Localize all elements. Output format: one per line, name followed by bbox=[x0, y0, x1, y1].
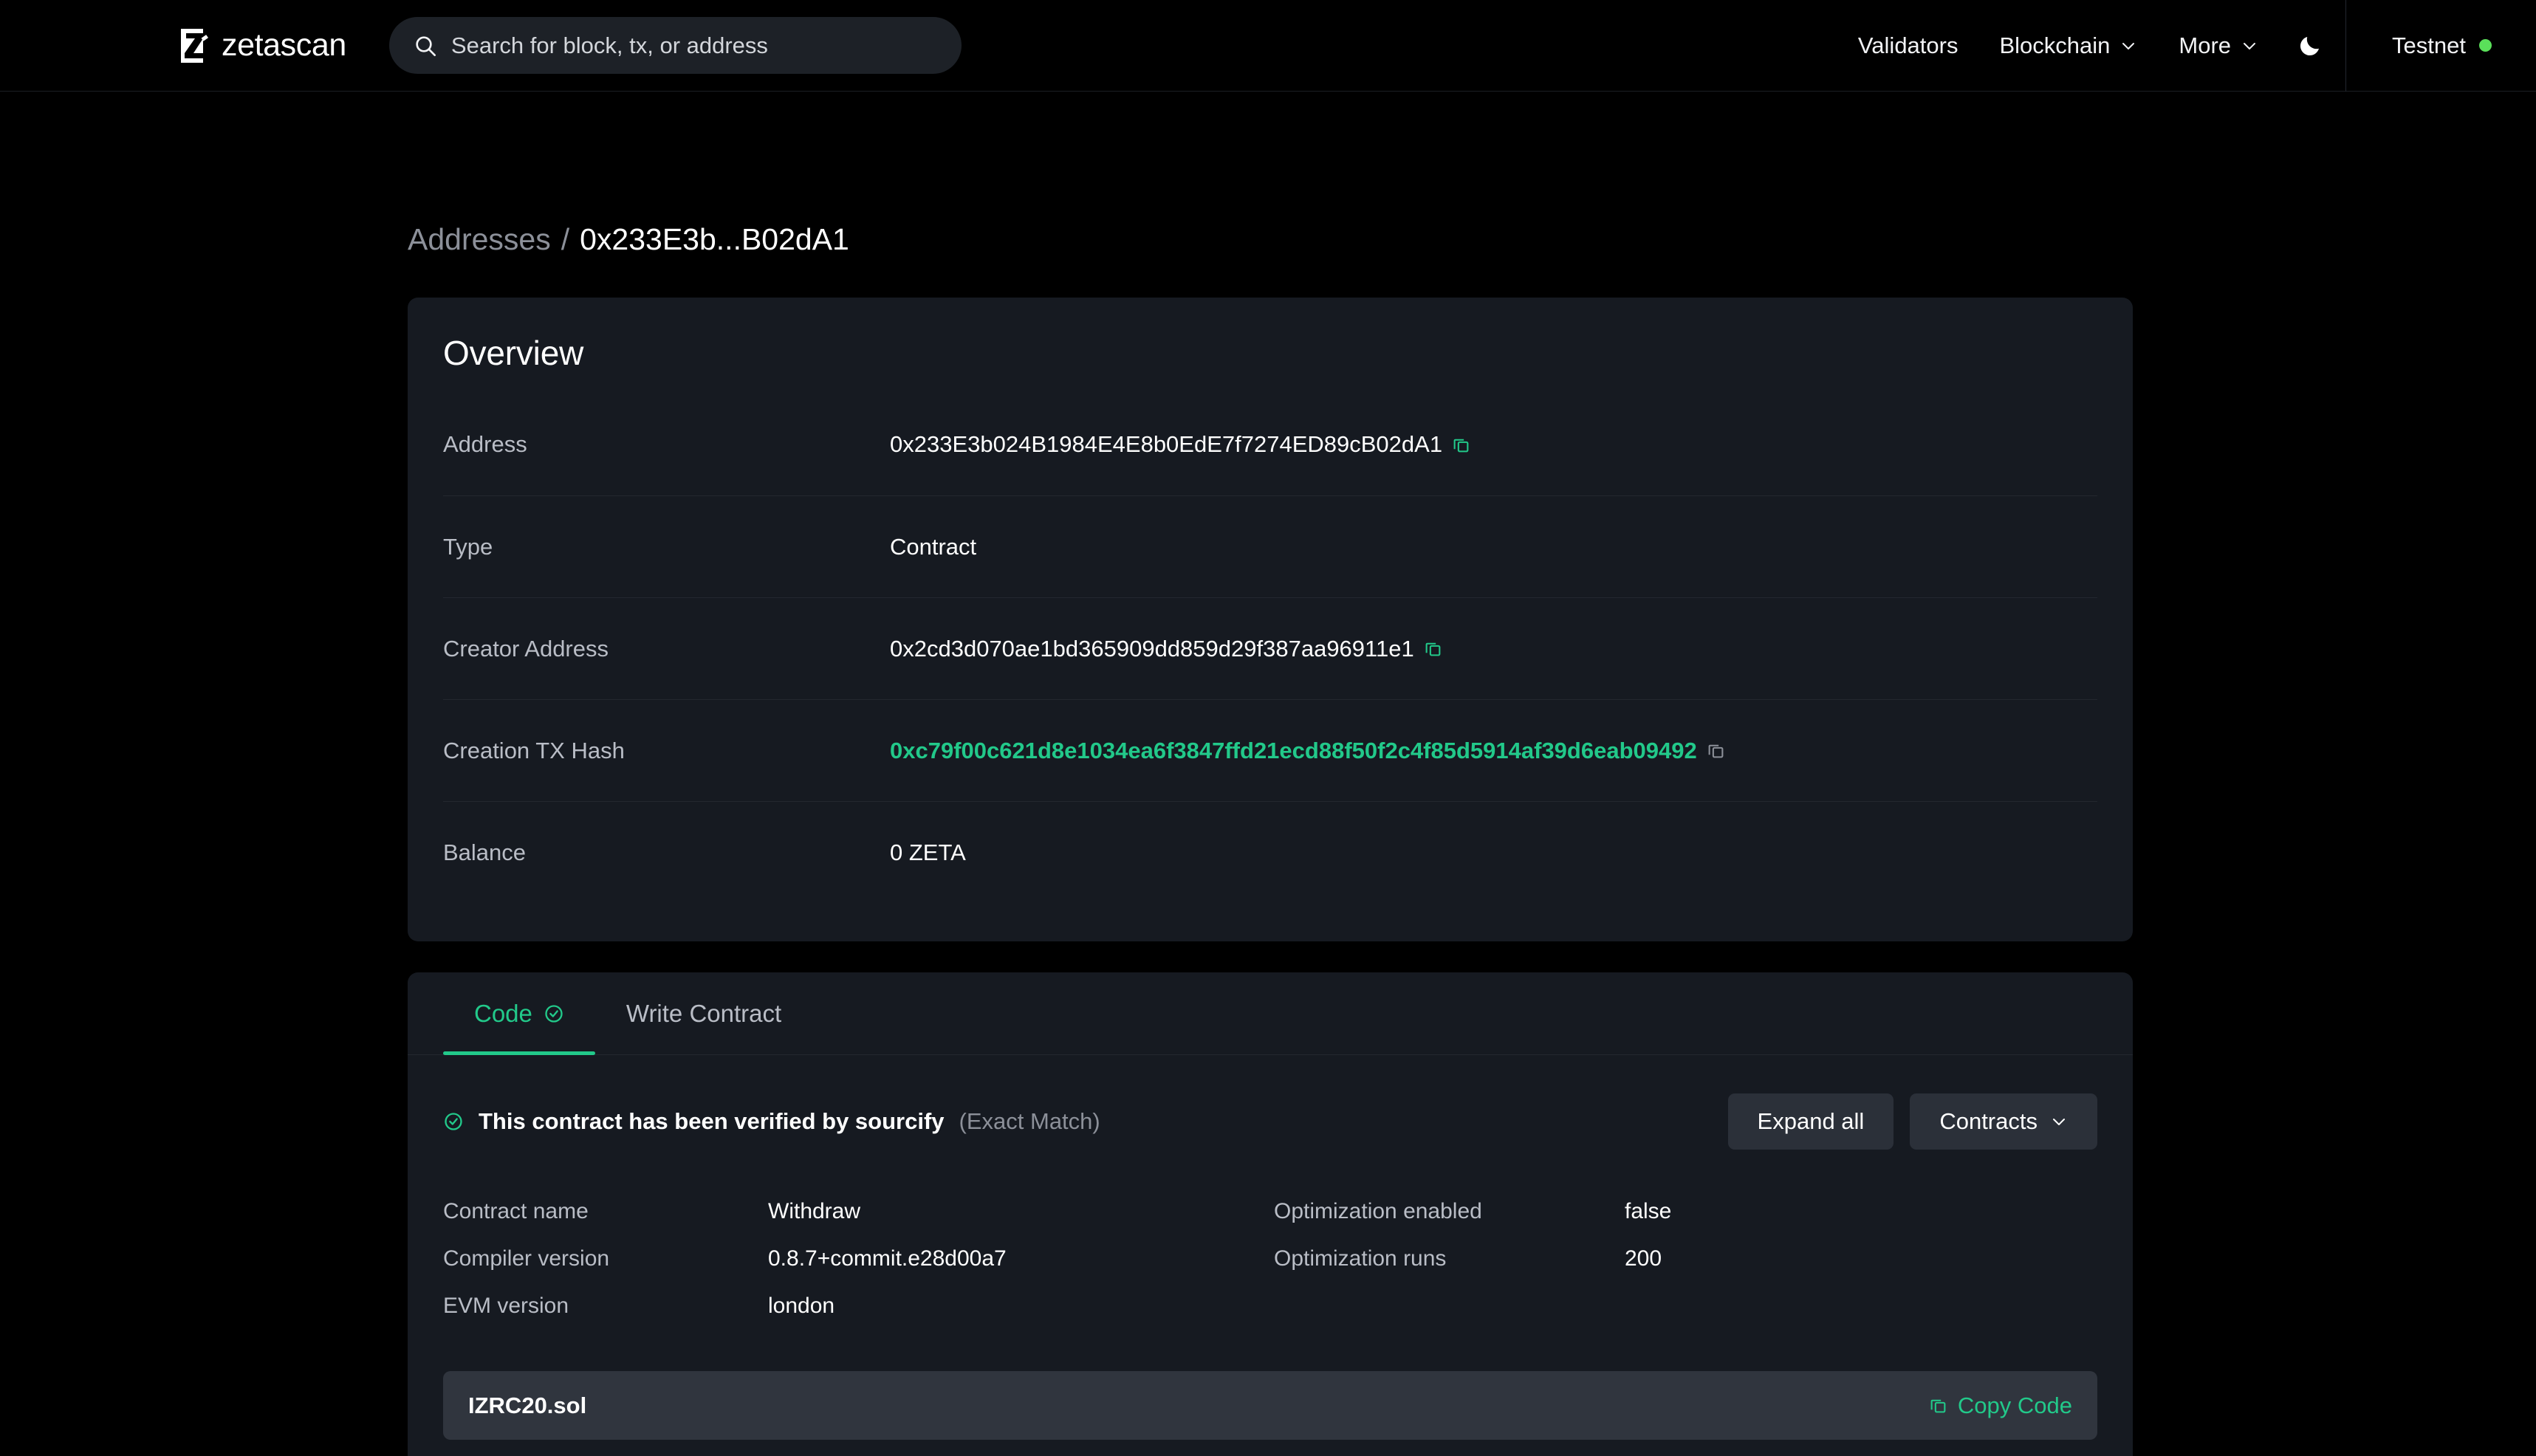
check-circle-icon bbox=[544, 1003, 564, 1024]
overview-key: Creator Address bbox=[443, 636, 890, 662]
creator-address-value: 0x2cd3d070ae1bd365909dd859d29f387aa96911… bbox=[890, 636, 1414, 662]
overview-key: Address bbox=[443, 431, 890, 458]
tab-label: Code bbox=[474, 1000, 532, 1028]
balance-value: 0 ZETA bbox=[890, 839, 966, 866]
search-icon bbox=[414, 34, 437, 58]
search-input[interactable] bbox=[451, 32, 937, 59]
breadcrumb-parent-link[interactable]: Addresses bbox=[408, 224, 551, 255]
overview-row-balance: Balance 0 ZETA bbox=[443, 801, 2097, 903]
copy-icon[interactable] bbox=[1452, 436, 1470, 454]
overview-value-wrap: 0x233E3b024B1984E4E8b0EdE7f7274ED89cB02d… bbox=[890, 431, 1470, 458]
chevron-down-icon bbox=[2241, 37, 2258, 55]
meta-key-optimization-enabled: Optimization enabled bbox=[1274, 1188, 1625, 1235]
contract-meta-grid: Contract name Withdraw Optimization enab… bbox=[408, 1150, 2133, 1330]
overview-row-creation-tx-hash: Creation TX Hash 0xc79f00c621d8e1034ea6f… bbox=[443, 699, 2097, 801]
contract-code-card: Code Write Contract This contract has be… bbox=[408, 972, 2133, 1456]
network-selector[interactable]: Testnet bbox=[2346, 32, 2536, 59]
verification-row: This contract has been verified by sourc… bbox=[408, 1055, 2133, 1150]
copy-icon[interactable] bbox=[1424, 639, 1442, 658]
meta-value-optimization-enabled: false bbox=[1625, 1188, 2097, 1235]
breadcrumb: Addresses / 0x233E3b...B02dA1 bbox=[408, 92, 2536, 255]
main-nav: Validators Blockchain More Testnet bbox=[1837, 0, 2536, 91]
contracts-label: Contracts bbox=[1939, 1108, 2038, 1135]
breadcrumb-current: 0x233E3b...B02dA1 bbox=[580, 224, 849, 255]
copy-code-button[interactable]: Copy Code bbox=[1929, 1393, 2072, 1419]
overview-key: Creation TX Hash bbox=[443, 738, 890, 764]
theme-toggle-button[interactable] bbox=[2279, 32, 2345, 59]
meta-key-empty bbox=[1274, 1282, 1625, 1330]
overview-title: Overview bbox=[443, 298, 2097, 394]
network-status-dot bbox=[2479, 39, 2492, 52]
expand-all-label: Expand all bbox=[1758, 1108, 1865, 1135]
brand-name: zetascan bbox=[222, 27, 346, 63]
meta-value-optimization-runs: 200 bbox=[1625, 1235, 2097, 1282]
meta-value-empty bbox=[1625, 1282, 2097, 1330]
search-bar[interactable] bbox=[389, 17, 962, 74]
meta-key-evm-version: EVM version bbox=[443, 1282, 768, 1330]
chevron-down-icon bbox=[2119, 37, 2137, 55]
breadcrumb-separator: / bbox=[551, 224, 580, 255]
copy-icon bbox=[1929, 1396, 1947, 1415]
nav-label: Validators bbox=[1858, 32, 1958, 59]
network-label: Testnet bbox=[2392, 32, 2466, 59]
brand-logo[interactable]: zetascan bbox=[179, 27, 346, 63]
overview-value-wrap: 0xc79f00c621d8e1034ea6f3847ffd21ecd88f50… bbox=[890, 738, 1725, 764]
overview-key: Type bbox=[443, 534, 890, 560]
overview-card: Overview Address 0x233E3b024B1984E4E8b0E… bbox=[408, 298, 2133, 941]
tab-write-contract[interactable]: Write Contract bbox=[595, 972, 812, 1054]
type-value: Contract bbox=[890, 534, 976, 560]
code-actions: Expand all Contracts bbox=[1728, 1093, 2097, 1150]
app-header: zetascan Validators Blockchain More bbox=[0, 0, 2536, 92]
zetascan-logo-icon bbox=[179, 29, 209, 63]
source-file-list: IZRC20.sol Copy Code zContract.sol bbox=[408, 1330, 2133, 1456]
moon-icon bbox=[2297, 32, 2323, 59]
nav-item-blockchain[interactable]: Blockchain bbox=[1978, 32, 2158, 59]
overview-row-address: Address 0x233E3b024B1984E4E8b0EdE7f7274E… bbox=[443, 394, 2097, 495]
source-file-name: IZRC20.sol bbox=[468, 1393, 586, 1419]
verification-message: This contract has been verified by sourc… bbox=[479, 1108, 945, 1135]
verification-match-note: (Exact Match) bbox=[959, 1108, 1100, 1135]
chevron-down-icon bbox=[2050, 1113, 2068, 1130]
meta-key-contract-name: Contract name bbox=[443, 1188, 768, 1235]
nav-label: More bbox=[2179, 32, 2231, 59]
nav-label: Blockchain bbox=[1999, 32, 2110, 59]
overview-value-wrap: Contract bbox=[890, 534, 976, 560]
nav-item-more[interactable]: More bbox=[2158, 32, 2279, 59]
overview-value-wrap: 0 ZETA bbox=[890, 839, 966, 866]
meta-value-contract-name: Withdraw bbox=[768, 1188, 1274, 1235]
meta-key-compiler-version: Compiler version bbox=[443, 1235, 768, 1282]
overview-row-creator-address: Creator Address 0x2cd3d070ae1bd365909dd8… bbox=[443, 597, 2097, 699]
overview-key: Balance bbox=[443, 839, 890, 866]
expand-all-button[interactable]: Expand all bbox=[1728, 1093, 1894, 1150]
source-file-row[interactable]: IZRC20.sol Copy Code bbox=[443, 1371, 2097, 1440]
contract-tabs: Code Write Contract bbox=[408, 972, 2133, 1055]
tab-code[interactable]: Code bbox=[443, 972, 595, 1054]
overview-row-type: Type Contract bbox=[443, 495, 2097, 597]
verification-message-group: This contract has been verified by sourc… bbox=[443, 1108, 1100, 1135]
creation-tx-hash-link[interactable]: 0xc79f00c621d8e1034ea6f3847ffd21ecd88f50… bbox=[890, 738, 1697, 764]
meta-key-optimization-runs: Optimization runs bbox=[1274, 1235, 1625, 1282]
address-value: 0x233E3b024B1984E4E8b0EdE7f7274ED89cB02d… bbox=[890, 431, 1442, 458]
meta-value-compiler-version: 0.8.7+commit.e28d00a7 bbox=[768, 1235, 1274, 1282]
meta-value-evm-version: london bbox=[768, 1282, 1274, 1330]
tab-label: Write Contract bbox=[626, 1000, 781, 1028]
page-body: Addresses / 0x233E3b...B02dA1 Overview A… bbox=[0, 92, 2536, 1456]
check-circle-icon bbox=[443, 1111, 464, 1132]
contracts-dropdown-button[interactable]: Contracts bbox=[1910, 1093, 2097, 1150]
copy-icon[interactable] bbox=[1707, 741, 1725, 760]
copy-code-label: Copy Code bbox=[1958, 1393, 2072, 1419]
overview-value-wrap: 0x2cd3d070ae1bd365909dd859d29f387aa96911… bbox=[890, 636, 1442, 662]
nav-item-validators[interactable]: Validators bbox=[1837, 32, 1979, 59]
